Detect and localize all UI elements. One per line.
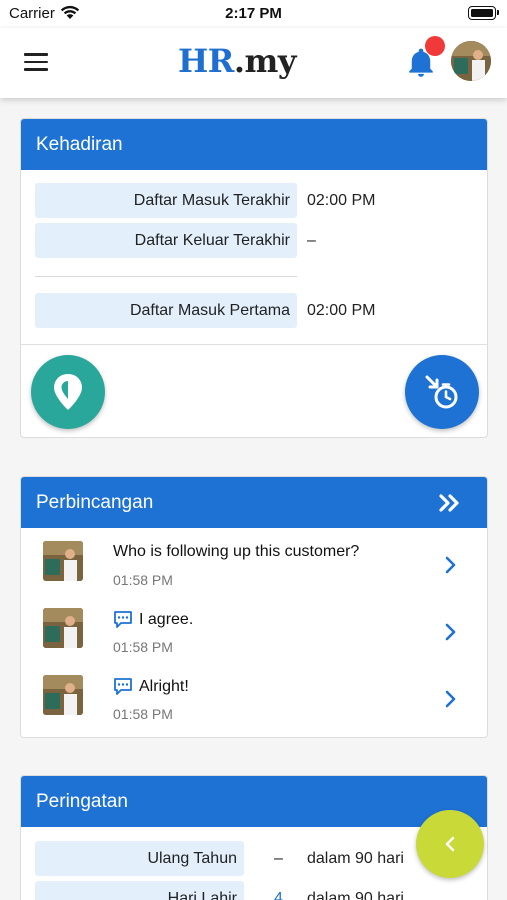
last-check-out-value: –: [307, 232, 316, 249]
message-item[interactable]: I agree. 01:58 PM: [21, 596, 487, 663]
chat-bubble-icon: [114, 678, 132, 695]
message-text-content: Alright!: [139, 677, 189, 695]
message-item[interactable]: Alright! 01:58 PM: [21, 663, 487, 730]
avatar: [43, 541, 83, 581]
message-text-content: Who is following up this customer?: [113, 543, 360, 560]
message-time: 01:58 PM: [113, 572, 173, 588]
reminders-header: Peringatan: [21, 776, 487, 827]
avatar: [43, 675, 83, 715]
birthday-window: dalam 90 hari: [307, 850, 404, 867]
action-divider: [21, 344, 487, 345]
date-of-birth-window: dalam 90 hari: [307, 890, 404, 900]
back-fab-button[interactable]: [416, 810, 484, 878]
date-of-birth-label: Hari Lahir: [35, 881, 244, 900]
attendance-card: Kehadiran Daftar Masuk Terakhir 02:00 PM…: [20, 118, 488, 438]
message-text: Alright!: [113, 677, 189, 696]
birthday-label: Ulang Tahun: [35, 841, 244, 876]
message-time: 01:58 PM: [113, 639, 173, 655]
double-chevron-right-icon[interactable]: [438, 493, 462, 513]
discussion-card: Perbincangan Who is following up this cu…: [20, 476, 488, 738]
clock-in-icon: [425, 375, 458, 409]
message-time: 01:58 PM: [113, 706, 173, 722]
chevron-left-icon: [445, 836, 455, 852]
birthday-count: –: [274, 850, 283, 867]
location-pin-icon: [54, 374, 82, 410]
attendance-title: Kehadiran: [36, 133, 123, 155]
chevron-right-icon: [445, 690, 456, 708]
chevron-right-icon: [445, 623, 456, 641]
first-check-in-label: Daftar Masuk Pertama: [35, 293, 297, 328]
discussion-title: Perbincangan: [36, 491, 154, 513]
menu-icon[interactable]: [24, 53, 48, 71]
logo-hr: HR: [178, 42, 234, 80]
reminders-title: Peringatan: [36, 790, 128, 812]
user-avatar[interactable]: [451, 41, 491, 81]
message-item[interactable]: Who is following up this customer? 01:58…: [21, 529, 487, 596]
chevron-right-icon: [445, 556, 456, 574]
last-check-in-label: Daftar Masuk Terakhir: [35, 183, 297, 218]
attendance-header: Kehadiran: [21, 119, 487, 170]
notification-badge: [425, 36, 445, 56]
location-button[interactable]: [31, 355, 105, 429]
avatar: [43, 608, 83, 648]
chat-bubble-icon: [114, 611, 132, 628]
logo-my: .my: [233, 42, 297, 80]
message-text-content: I agree.: [139, 610, 194, 628]
message-text: Who is following up this customer?: [113, 543, 359, 561]
clock: 2:17 PM: [225, 5, 282, 22]
last-check-out-label: Daftar Keluar Terakhir: [35, 223, 297, 258]
clock-in-button[interactable]: [405, 355, 479, 429]
row-divider: [35, 276, 297, 277]
first-check-in-value: 02:00 PM: [307, 302, 376, 319]
discussion-header: Perbincangan: [21, 477, 487, 528]
message-text: I agree.: [113, 610, 193, 629]
app-bar: HR.my: [0, 28, 507, 98]
status-bar: Carrier 2:17 PM: [0, 0, 507, 28]
last-check-in-value: 02:00 PM: [307, 192, 376, 209]
date-of-birth-count: 4: [274, 890, 283, 900]
app-logo: HR.my: [178, 42, 296, 80]
battery-icon: [468, 6, 499, 20]
